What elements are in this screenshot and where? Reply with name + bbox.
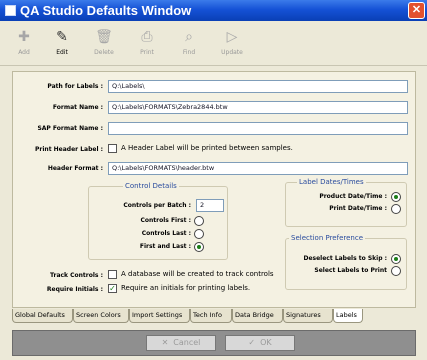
delete-label: Delete	[94, 49, 114, 56]
tab-data-bridge[interactable]: Data Bridge	[232, 309, 283, 323]
selection-preference-title: Selection Preference	[289, 234, 366, 242]
select-labels-radio[interactable]	[391, 266, 401, 276]
tab-tech-info[interactable]: Tech Info	[190, 309, 232, 323]
update-icon: ▷	[226, 29, 238, 45]
trash-icon: 🗑	[95, 29, 113, 45]
add-label: Add	[18, 49, 30, 56]
sap-format-name-field[interactable]	[108, 122, 408, 135]
selection-preference-group	[285, 238, 407, 290]
print-date-radio[interactable]	[391, 204, 401, 214]
format-name-field[interactable]: Q:\Labels\FORMATS\Zebra2844.btw	[108, 101, 408, 114]
add-button[interactable]: ✚ Add	[6, 25, 42, 63]
find-button[interactable]: ⌕ Find	[171, 25, 207, 63]
header-format-field[interactable]: Q:\Labels\FORMATS\header.btw	[108, 162, 408, 175]
print-header-label-label: Print Header Label :	[35, 146, 103, 153]
header-format-label: Header Format :	[47, 165, 103, 172]
print-date-label: Print Date/Time :	[329, 205, 387, 212]
controls-per-batch-label: Controls per Batch :	[123, 202, 191, 209]
find-label: Find	[182, 49, 196, 56]
require-initials-text: Require an initials for printing labels.	[121, 284, 251, 292]
deselect-labels-label: Deselect Labels to Skip :	[303, 255, 387, 262]
label-dates-title: Label Dates/Times	[297, 178, 366, 186]
edit-button[interactable]: ✎ Edit	[44, 25, 80, 63]
edit-label: Edit	[56, 49, 68, 56]
product-date-label: Product Date/Time :	[319, 193, 387, 200]
first-and-last-radio[interactable]	[194, 242, 204, 252]
toolbar: ✚ Add ✎ Edit 🗑 Delete ⎙ Print ⌕ Find ▷ U…	[0, 21, 427, 66]
settings-tabs: Global Defaults Screen Colors Import Set…	[12, 309, 416, 326]
sap-format-name-label: SAP Format Name :	[37, 125, 103, 132]
tab-labels[interactable]: Labels	[333, 309, 363, 323]
path-for-labels-label: Path for Labels :	[47, 83, 103, 90]
printer-icon: ⎙	[141, 29, 153, 45]
controls-per-batch-field[interactable]: 2	[196, 199, 224, 212]
require-initials-checkbox[interactable]: ✓	[108, 284, 117, 293]
tab-screen-colors[interactable]: Screen Colors	[73, 309, 129, 323]
delete-button[interactable]: 🗑 Delete	[86, 25, 122, 63]
track-controls-label: Track Controls :	[50, 272, 103, 279]
ok-label: OK	[260, 338, 272, 347]
close-button[interactable]: ✕	[408, 2, 425, 19]
ok-button[interactable]: ✓ OK	[225, 335, 295, 351]
edit-icon: ✎	[56, 29, 68, 45]
add-icon: ✚	[18, 29, 30, 45]
check-icon: ✓	[248, 338, 256, 347]
labels-settings-panel: Path for Labels : Q:\Labels\ Format Name…	[12, 71, 416, 308]
find-icon: ⌕	[185, 29, 193, 45]
format-name-label: Format Name :	[52, 104, 103, 111]
control-details-title: Control Details	[123, 182, 179, 190]
controls-last-radio[interactable]	[194, 229, 204, 239]
deselect-labels-radio[interactable]	[391, 254, 401, 264]
select-labels-label: Select Labels to Print	[314, 267, 387, 274]
require-initials-label: Require Initials :	[46, 286, 103, 293]
print-label: Print	[140, 49, 154, 56]
track-controls-text: A database will be created to track cont…	[121, 270, 274, 278]
title-bar: QA Studio Defaults Window ✕	[0, 0, 427, 21]
path-for-labels-field[interactable]: Q:\Labels\	[108, 80, 408, 93]
tab-import-settings[interactable]: Import Settings	[129, 309, 190, 323]
button-bar: ✕ Cancel ✓ OK	[12, 330, 416, 356]
controls-first-label: Controls First :	[140, 217, 191, 224]
tab-signatures[interactable]: Signatures	[283, 309, 333, 323]
app-icon	[5, 5, 16, 16]
print-header-checkbox[interactable]	[108, 144, 117, 153]
first-and-last-label: First and Last :	[139, 243, 191, 250]
track-controls-checkbox[interactable]	[108, 270, 117, 279]
update-button[interactable]: ▷ Update	[214, 25, 250, 63]
controls-first-radio[interactable]	[194, 216, 204, 226]
window-title: QA Studio Defaults Window	[20, 3, 192, 18]
update-label: Update	[221, 49, 243, 56]
cancel-label: Cancel	[173, 338, 201, 347]
print-header-text: A Header Label will be printed between s…	[121, 144, 293, 152]
cancel-button[interactable]: ✕ Cancel	[146, 335, 216, 351]
print-button[interactable]: ⎙ Print	[129, 25, 165, 63]
cancel-icon: ✕	[161, 338, 169, 347]
product-date-radio[interactable]	[391, 192, 401, 202]
tab-global-defaults[interactable]: Global Defaults	[12, 309, 73, 323]
controls-last-label: Controls Last :	[141, 230, 191, 237]
